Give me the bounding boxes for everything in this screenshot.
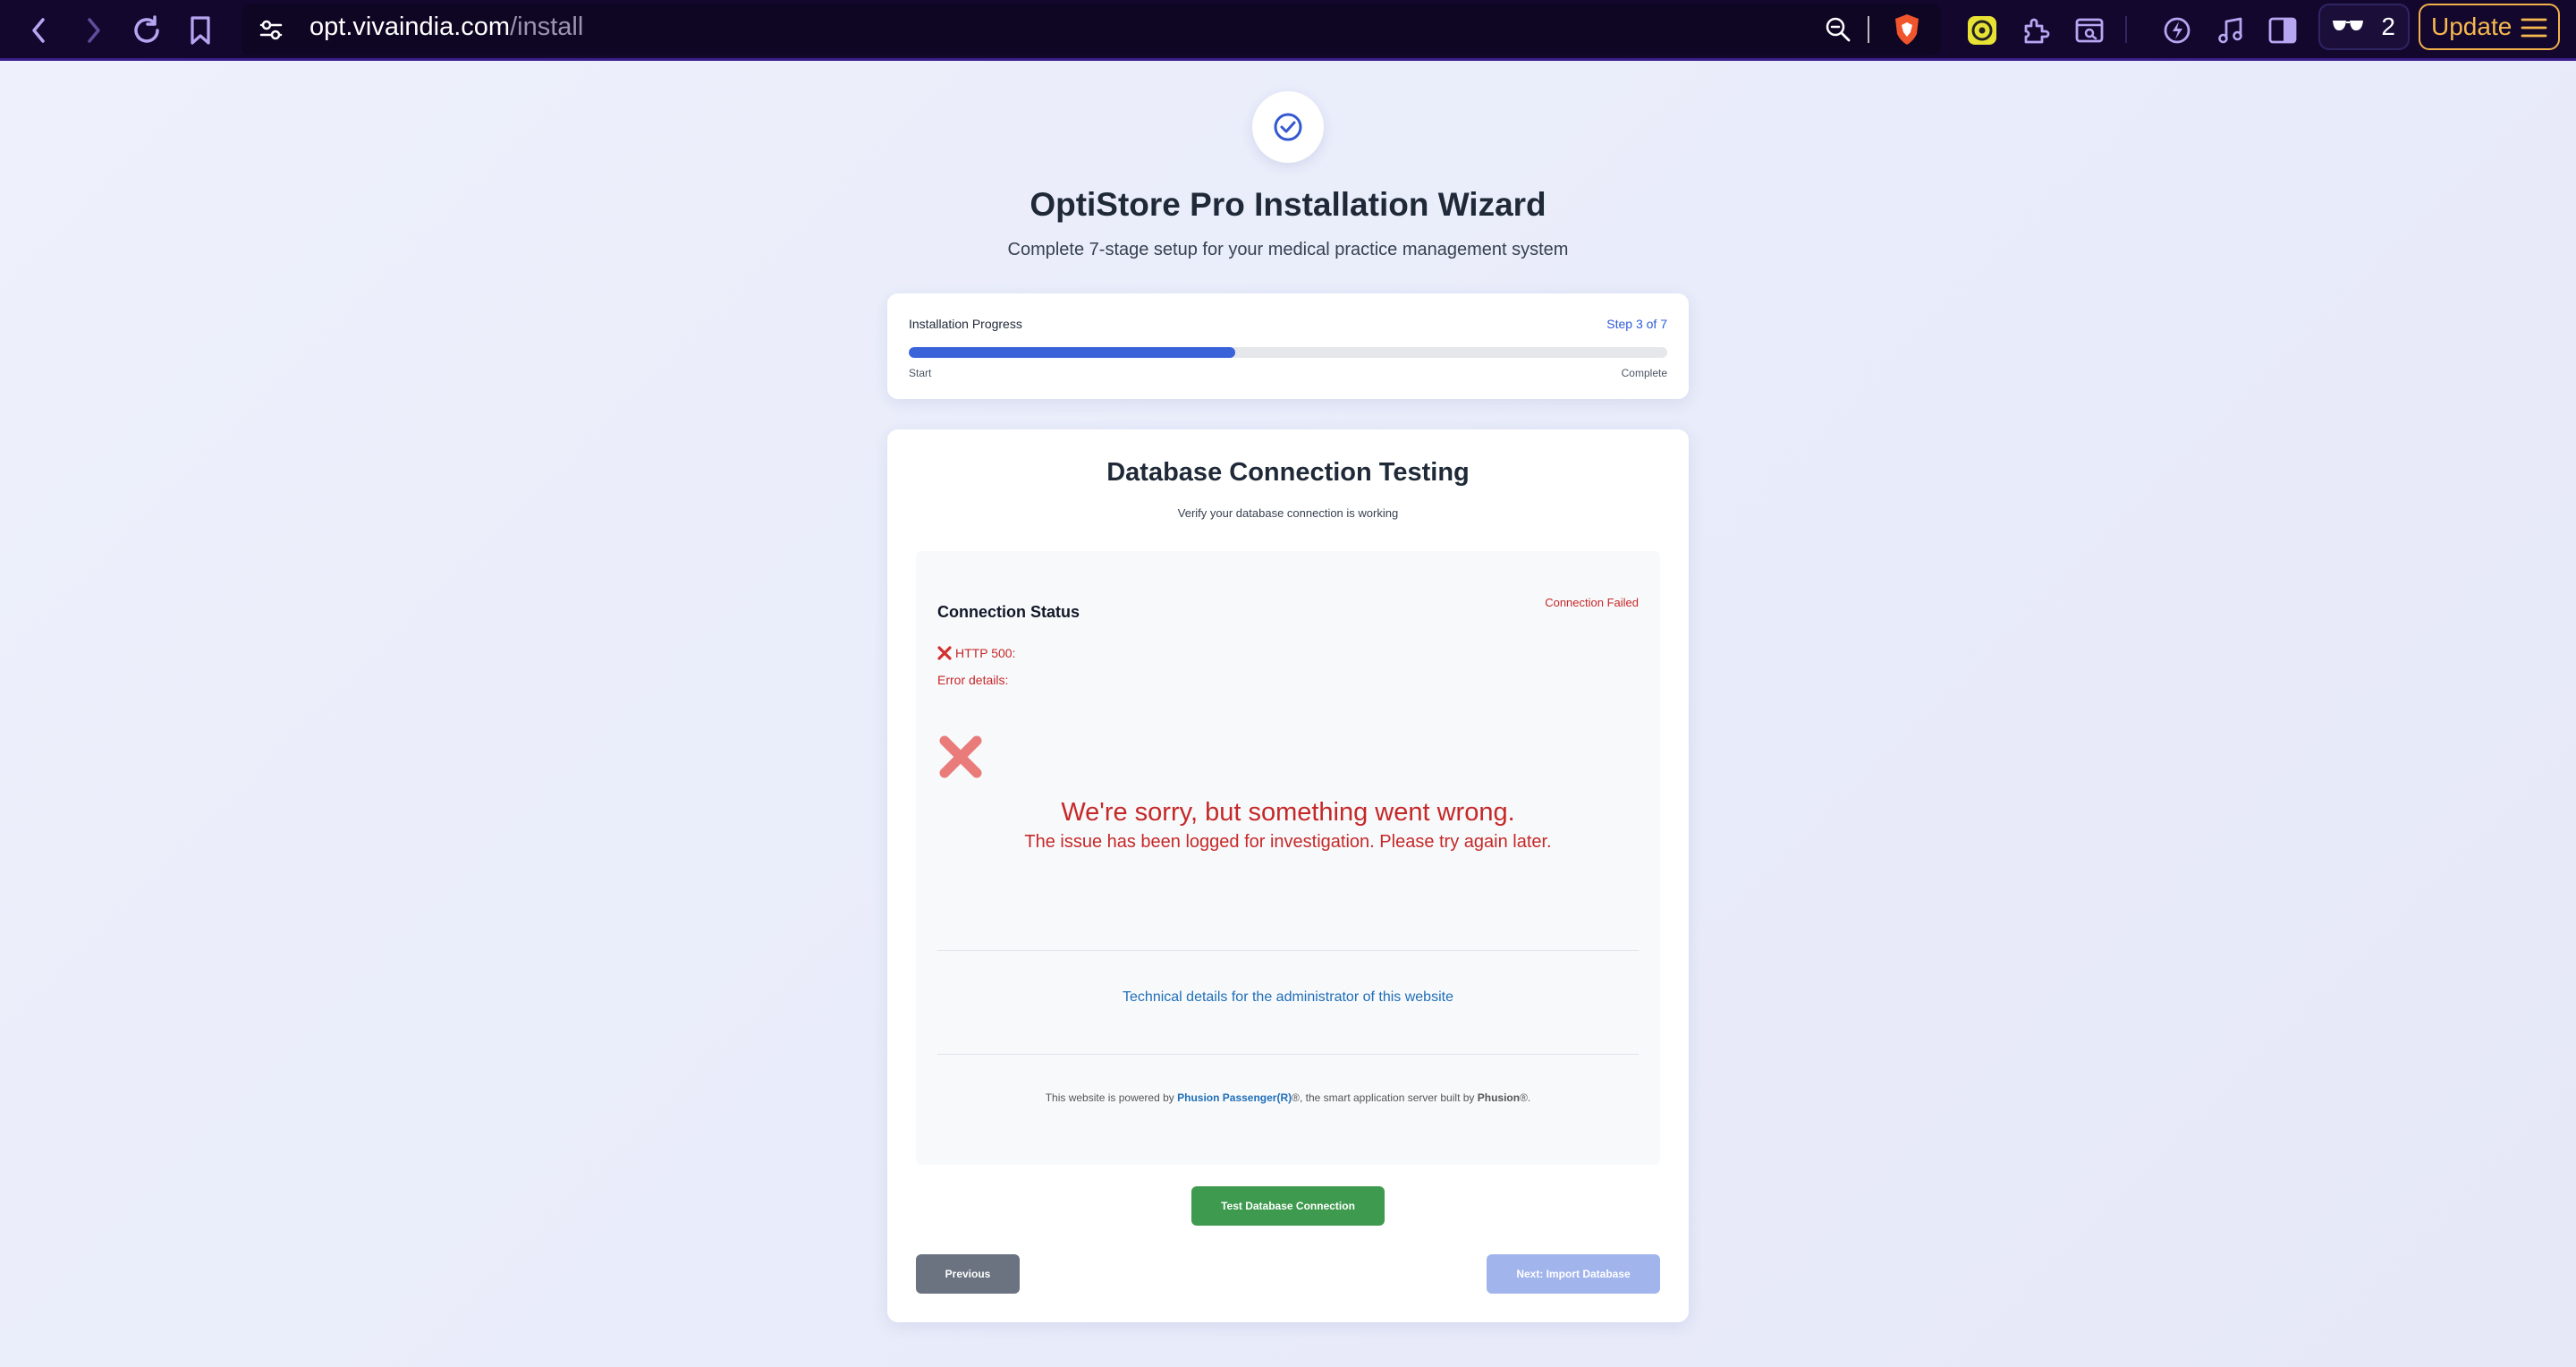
extensions-puzzle-icon[interactable] [2018,13,2054,48]
page-subtitle: Complete 7-stage setup for your medical … [1007,240,1569,259]
progress-bar-fill [909,347,1235,358]
next-button[interactable]: Next: Import Database [1487,1254,1660,1294]
divider [937,950,1639,951]
powered-mid: ®, the smart application server built by [1292,1091,1478,1104]
error-heading: We're sorry, but something went wrong. [1061,798,1515,827]
divider [1868,16,1869,43]
test-connection-button[interactable]: Test Database Connection [1191,1186,1385,1226]
browser-toolbar: opt.vivaindia.com/install 2 Update [0,0,2576,61]
powered-suffix: ®. [1520,1091,1531,1104]
http-error-line: HTTP 500: [937,646,1015,660]
powered-prefix: This website is powered by [1045,1091,1178,1104]
private-window-pill[interactable]: 2 [2318,4,2410,50]
previous-button[interactable]: Previous [916,1254,1020,1294]
progress-bar [909,347,1667,358]
url-text[interactable]: opt.vivaindia.com/install [309,13,583,42]
divider [937,1054,1639,1055]
music-icon[interactable] [2213,13,2249,48]
leo-ai-icon[interactable] [2159,13,2195,48]
connection-status-panel: Connection Status Connection Failed HTTP… [916,551,1660,1165]
back-button[interactable] [14,5,64,55]
reload-icon [134,15,159,43]
reload-button[interactable] [122,5,172,55]
powered-by-footer: This website is powered by Phusion Passe… [916,1091,1660,1104]
phusion-passenger-link[interactable]: Phusion Passenger(R) [1177,1091,1292,1104]
error-cross-icon [939,735,982,778]
wizard-logo [1252,91,1324,163]
status-badge: Connection Failed [1545,596,1639,609]
brave-shield-icon[interactable] [1889,11,1925,48]
sunglasses-icon [2333,21,2363,30]
url-path: /install [510,13,584,41]
site-settings-icon[interactable] [254,13,288,47]
toolbar-divider [2125,16,2127,43]
bookmark-button[interactable] [175,5,225,55]
section-title: Database Connection Testing [1106,458,1470,487]
http-error-text: HTTP 500: [955,646,1016,660]
connection-status-title: Connection Status [937,603,1080,621]
address-bar[interactable]: opt.vivaindia.com/install [242,4,1941,55]
update-label: Update [2431,13,2512,40]
zoom-icon[interactable] [1821,13,1855,47]
progress-label: Installation Progress [909,317,1022,331]
section-subtitle: Verify your database connection is worki… [1177,506,1399,520]
check-circle-icon [1274,113,1302,141]
forward-button[interactable] [68,5,118,55]
technical-details-link[interactable]: Technical details for the administrator … [916,989,1660,1006]
progress-step: Step 3 of 7 [1606,317,1667,331]
error-details-label: Error details: [937,673,1009,687]
forward-arrow-icon [88,18,100,43]
progress-card: Installation Progress Step 3 of 7 Start … [887,293,1689,399]
cross-mark-icon [937,646,952,660]
bookmark-icon [191,16,210,45]
private-window-count: 2 [2381,13,2395,40]
page-title: OptiStore Pro Installation Wizard [1030,186,1546,223]
menu-hamburger-icon [2521,18,2547,38]
progress-end-label: Complete [1621,367,1667,379]
url-host: opt.vivaindia.com [309,13,511,41]
progress-start-label: Start [909,367,932,379]
back-arrow-icon [32,18,45,43]
update-button[interactable]: Update [2419,4,2560,50]
sidebar-toggle-icon[interactable] [2265,13,2301,48]
phusion-link[interactable]: Phusion [1478,1091,1520,1104]
extension-headphones-icon[interactable] [1964,13,2000,48]
error-message: The issue has been logged for investigat… [1024,832,1552,852]
reader-view-icon[interactable] [2072,13,2107,48]
step-card: Database Connection Testing Verify your … [887,429,1689,1322]
